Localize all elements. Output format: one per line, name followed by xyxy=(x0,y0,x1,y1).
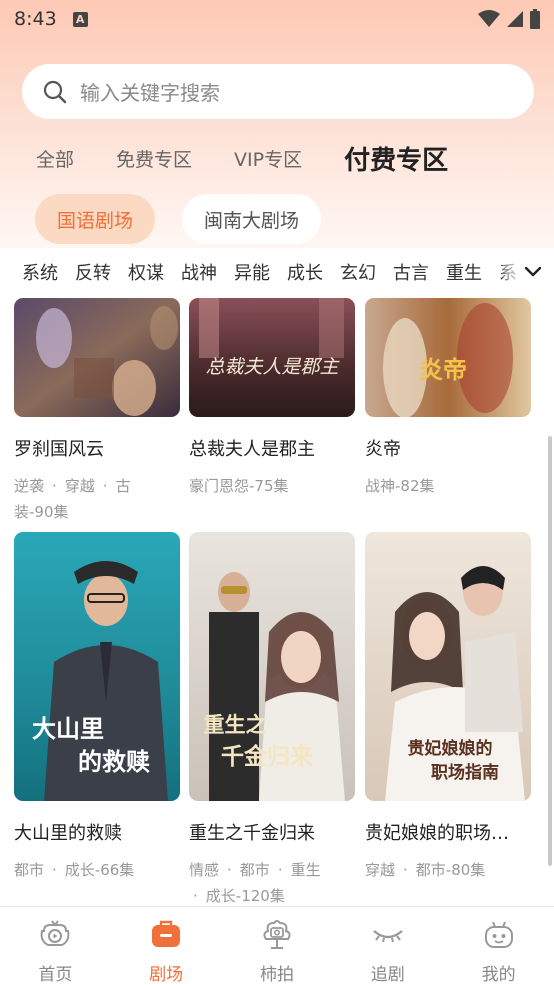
tag: 重生 xyxy=(290,861,321,879)
poster-title-text: 的救赎 xyxy=(78,748,150,776)
zone-tabs: 全部 免费专区 VIP专区 付费专区 xyxy=(36,136,490,180)
nav-follow[interactable]: 追剧 xyxy=(332,907,443,985)
nav-label: 剧场 xyxy=(149,965,184,985)
genre-item[interactable]: 异能 xyxy=(234,259,270,285)
poster-title-text: 炎帝 xyxy=(419,355,467,384)
drama-title: 贵妃娘娘的职场… xyxy=(365,823,509,844)
drama-card[interactable]: 大山里 的救赎 大山里的救赎 都市 · 成长-66集 xyxy=(14,532,180,883)
tag: 成长-120集 xyxy=(205,887,285,905)
chevron-down-icon xyxy=(524,266,542,277)
signal-icon xyxy=(507,11,523,27)
drama-poster[interactable]: 总裁夫人是郡主 xyxy=(189,298,355,417)
drama-poster[interactable]: 大山里 的救赎 xyxy=(14,532,180,801)
genre-filter-row: 系统 反转 权谋 战神 异能 成长 玄幻 古言 重生 系 xyxy=(0,248,554,296)
nav-label: 首页 xyxy=(38,965,73,985)
pill-minnan-theater[interactable]: 闽南大剧场 xyxy=(182,194,322,244)
tab-free[interactable]: 免费专区 xyxy=(116,145,192,172)
nav-label: 追剧 xyxy=(370,965,405,985)
drama-poster[interactable]: 炎帝 xyxy=(365,298,531,417)
nav-theater[interactable]: 剧场 xyxy=(111,907,222,985)
wifi-icon xyxy=(478,10,500,27)
tag: 都市 xyxy=(14,861,45,879)
tag: 战神-82集 xyxy=(365,477,435,495)
tag: 情感 xyxy=(189,861,220,879)
drama-tags: 豪门恩怨-75集 xyxy=(189,473,355,499)
tag: 装-90集 xyxy=(14,503,69,521)
drama-card[interactable]: 炎帝 炎帝 战神-82集 xyxy=(365,298,531,499)
tab-all[interactable]: 全部 xyxy=(36,145,74,172)
poster-title-text: 重生之 xyxy=(204,712,267,737)
camera-cloud-icon xyxy=(263,920,291,949)
drama-tags: 都市 · 成长-66集 xyxy=(14,861,135,879)
genre-item[interactable]: 系统 xyxy=(22,259,58,285)
drama-card[interactable]: 贵妃娘娘的 职场指南 贵妃娘娘的职场… 穿越 · 都市-80集 xyxy=(365,532,531,883)
drama-title: 总裁夫人是郡主 xyxy=(189,439,315,460)
drama-tags: 穿越 · 都市-80集 xyxy=(365,861,486,879)
genre-item[interactable]: 成长 xyxy=(287,259,323,285)
tag: 都市 xyxy=(239,861,270,879)
genre-item[interactable]: 权谋 xyxy=(128,259,164,285)
genre-item[interactable]: 重生 xyxy=(446,259,482,285)
nav-label: 我的 xyxy=(481,965,516,985)
genre-item[interactable]: 古言 xyxy=(393,259,429,285)
nav-mine[interactable]: 我的 xyxy=(443,907,554,985)
tag: 成长-66集 xyxy=(64,861,135,879)
drama-title: 罗刹国风云 xyxy=(14,439,104,460)
drama-poster[interactable]: 贵妃娘娘的 职场指南 xyxy=(365,532,531,801)
search-icon xyxy=(42,79,68,105)
robot-face-icon xyxy=(484,921,513,948)
search-input[interactable]: 输入关键字搜索 xyxy=(80,77,220,106)
battery-icon xyxy=(530,9,540,29)
tag: 逆袭 xyxy=(14,477,45,495)
nav-home[interactable]: 首页 xyxy=(0,907,111,985)
tag: 古 xyxy=(115,477,131,495)
drama-tags: 战神-82集 xyxy=(365,473,531,499)
drama-grid: 罗刹国风云 逆袭 · 穿越 · 古 装-90集 总裁夫人是郡主 总裁夫人是郡主 豪门恩怨… xyxy=(0,298,554,906)
nav-label: 柿拍 xyxy=(259,965,294,985)
closed-eye-icon xyxy=(373,930,403,943)
genre-item[interactable]: 战神 xyxy=(181,259,217,285)
tab-vip[interactable]: VIP专区 xyxy=(234,145,302,172)
scrollbar[interactable] xyxy=(548,436,552,866)
drama-card[interactable]: 罗刹国风云 逆袭 · 穿越 · 古 装-90集 xyxy=(14,298,180,525)
drama-title: 炎帝 xyxy=(365,439,401,460)
play-cloud-icon xyxy=(41,920,70,946)
tag: 都市-80集 xyxy=(415,861,486,879)
pill-mandarin-theater[interactable]: 国语剧场 xyxy=(35,194,156,244)
poster-title-text: 职场指南 xyxy=(431,762,499,783)
drama-title: 重生之千金归来 xyxy=(189,823,315,844)
search-bar[interactable]: 输入关键字搜索 xyxy=(22,64,534,119)
expand-genres-button[interactable] xyxy=(502,248,554,296)
drama-title: 大山里的救赎 xyxy=(14,823,122,844)
bottom-nav: 首页 剧场 柿拍 追剧 我的 xyxy=(0,906,554,985)
drama-poster[interactable]: 重生之 千金归来 xyxy=(189,532,355,801)
notification-a-icon: A xyxy=(72,11,88,27)
poster-title-text: 千金归来 xyxy=(221,743,314,770)
drama-card[interactable]: 重生之 千金归来 重生之千金归来 情感 · 都市 · 重生 · 成长-120集 xyxy=(189,532,355,906)
poster-title-text: 贵妃娘娘的 xyxy=(408,738,493,759)
tag: 豪门恩怨-75集 xyxy=(189,477,289,495)
poster-title-text: 大山里 xyxy=(32,715,104,743)
tag: 穿越 xyxy=(64,477,95,495)
genre-item[interactable]: 反转 xyxy=(75,259,111,285)
drama-card[interactable]: 总裁夫人是郡主 总裁夫人是郡主 豪门恩怨-75集 xyxy=(189,298,355,499)
drama-tags: 情感 · 都市 · 重生 · 成长-120集 xyxy=(189,861,321,905)
genre-item[interactable]: 玄幻 xyxy=(340,259,376,285)
poster-title-text: 总裁夫人是郡主 xyxy=(205,356,340,378)
tab-paid[interactable]: 付费专区 xyxy=(344,140,448,177)
drama-poster[interactable] xyxy=(14,298,180,417)
drama-tags: 逆袭 · 穿越 · 古 装-90集 xyxy=(14,477,131,521)
nav-shipai[interactable]: 柿拍 xyxy=(222,907,333,985)
tag: 穿越 xyxy=(365,861,396,879)
region-pills: 国语剧场 闽南大剧场 xyxy=(35,194,322,244)
status-time: 8:43 xyxy=(14,8,57,30)
briefcase-icon xyxy=(152,920,181,947)
status-bar: 8:43 A xyxy=(0,0,554,38)
